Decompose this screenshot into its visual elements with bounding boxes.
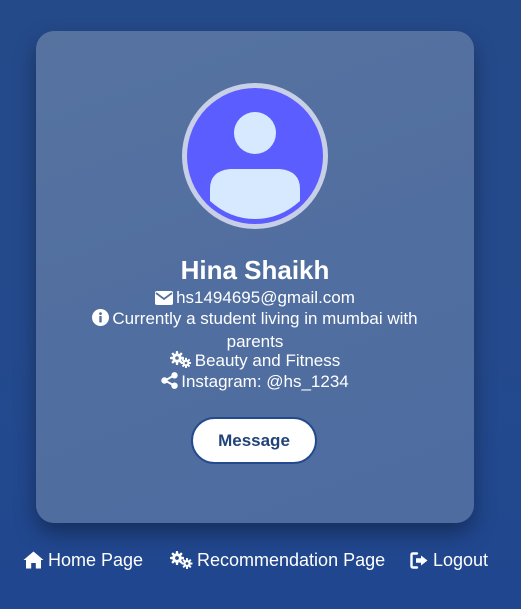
profile-card: Hina Shaikh hs1494695@gmail.com Currentl… xyxy=(36,31,474,523)
profile-bio: Currently a student living in mumbai wit… xyxy=(76,308,434,352)
gears-icon xyxy=(169,351,192,373)
profile-interest: Beauty and Fitness xyxy=(76,350,434,373)
info-icon xyxy=(92,309,110,331)
avatar xyxy=(180,81,330,231)
home-icon xyxy=(23,551,44,575)
nav-home-label: Home Page xyxy=(48,550,144,570)
nav-logout-label: Logout xyxy=(433,550,489,570)
nav-logout-link[interactable]: Logout xyxy=(410,548,488,575)
profile-instagram: Instagram: @hs_1234 xyxy=(76,371,434,394)
user-avatar-icon xyxy=(182,83,328,229)
profile-email: hs1494695@gmail.com xyxy=(76,287,434,310)
envelope-icon xyxy=(155,289,174,310)
email-text: hs1494695@gmail.com xyxy=(176,288,355,307)
nav-recommendation-link[interactable]: Recommendation Page xyxy=(170,548,385,575)
profile-name: Hina Shaikh xyxy=(180,255,330,285)
interest-text: Beauty and Fitness xyxy=(194,351,341,370)
nav-home-link[interactable]: Home Page xyxy=(23,548,143,575)
sign-out-icon xyxy=(410,551,429,575)
gears-icon xyxy=(170,551,193,575)
share-icon xyxy=(161,372,178,394)
instagram-text: Instagram: @hs_1234 xyxy=(181,372,349,391)
message-button[interactable]: Message xyxy=(191,417,317,464)
nav-recommendation-label: Recommendation Page xyxy=(197,550,386,570)
bio-text: Currently a student living in mumbai wit… xyxy=(112,309,418,351)
